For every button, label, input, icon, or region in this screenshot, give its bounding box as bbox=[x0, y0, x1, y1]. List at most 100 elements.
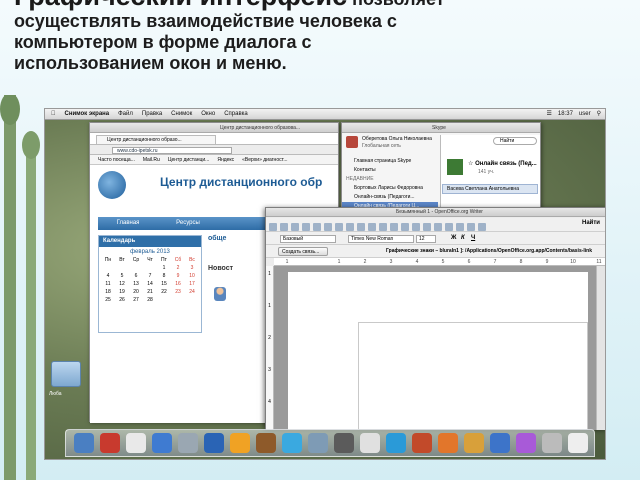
calendar-day[interactable]: 2 bbox=[171, 265, 185, 271]
new-document-icon[interactable] bbox=[269, 223, 277, 231]
menubar-item-file[interactable]: Файл bbox=[118, 111, 133, 117]
redo-icon[interactable] bbox=[412, 223, 420, 231]
spotlight-icon[interactable]: ⚲ bbox=[597, 111, 601, 117]
undo-icon[interactable] bbox=[401, 223, 409, 231]
document-page[interactable] bbox=[288, 272, 588, 430]
calendar-day[interactable]: 15 bbox=[157, 281, 171, 287]
folder-icon[interactable] bbox=[51, 361, 81, 387]
calendar-day[interactable]: 6 bbox=[129, 273, 143, 279]
site-logo[interactable] bbox=[98, 171, 126, 199]
pdf-icon[interactable] bbox=[324, 223, 332, 231]
zoom-icon[interactable] bbox=[478, 223, 486, 231]
vertical-scrollbar[interactable] bbox=[596, 266, 605, 430]
paragraph-style-select[interactable]: Базовый bbox=[280, 235, 336, 243]
draw-icon[interactable] bbox=[445, 223, 453, 231]
writer-icon[interactable] bbox=[490, 433, 510, 453]
bookmark-item[interactable]: Часто посеща... bbox=[98, 157, 135, 163]
paste-icon[interactable] bbox=[390, 223, 398, 231]
launchpad-icon[interactable] bbox=[308, 433, 328, 453]
folder-icon[interactable] bbox=[464, 433, 484, 453]
calendar-day[interactable]: 22 bbox=[157, 289, 171, 295]
calendar-day[interactable]: 16 bbox=[171, 281, 185, 287]
calendar-day[interactable]: 9 bbox=[171, 273, 185, 279]
bookmark-item[interactable]: «Верхи» диагност... bbox=[242, 157, 287, 163]
search-input[interactable]: Найти bbox=[493, 137, 537, 145]
music-icon[interactable] bbox=[386, 433, 406, 453]
open-icon[interactable] bbox=[280, 223, 288, 231]
calendar-day[interactable]: 11 bbox=[101, 281, 115, 287]
calendar-day[interactable]: 17 bbox=[185, 281, 199, 287]
calendar-day[interactable]: 21 bbox=[143, 289, 157, 295]
menubar-item-snapshot[interactable]: Снимок bbox=[171, 111, 192, 117]
address-bar[interactable]: www.cdo-ipetsk.ru bbox=[112, 147, 232, 154]
bookmark-item[interactable]: Центр дистанци... bbox=[168, 157, 210, 163]
cut-icon[interactable] bbox=[368, 223, 376, 231]
calendar-day[interactable]: 5 bbox=[115, 273, 129, 279]
navigator-icon[interactable] bbox=[456, 223, 464, 231]
calendar-day[interactable]: 28 bbox=[143, 297, 157, 303]
skype-icon[interactable] bbox=[412, 433, 432, 453]
find-button[interactable]: Найти bbox=[582, 220, 600, 226]
firefox-icon[interactable] bbox=[438, 433, 458, 453]
calendar-day[interactable]: 8 bbox=[157, 273, 171, 279]
hyperlink-icon[interactable] bbox=[423, 223, 431, 231]
safari-icon[interactable] bbox=[152, 433, 172, 453]
trash-icon[interactable] bbox=[568, 433, 588, 453]
books-icon[interactable] bbox=[256, 433, 276, 453]
wifi-icon[interactable]: ☰ bbox=[547, 111, 552, 117]
copy-icon[interactable] bbox=[379, 223, 387, 231]
calendar-day[interactable]: 13 bbox=[129, 281, 143, 287]
mail-icon[interactable] bbox=[204, 433, 224, 453]
mail-icon[interactable] bbox=[302, 223, 310, 231]
bookmark-item[interactable]: Яндекс bbox=[217, 157, 234, 163]
horizontal-ruler[interactable]: 1123456789101112 bbox=[274, 258, 605, 266]
calendar-day[interactable]: 4 bbox=[101, 273, 115, 279]
apple-icon[interactable]:  bbox=[51, 111, 56, 117]
skype-profile[interactable]: Оберетова Ольга Николаевна Глобальная се… bbox=[346, 135, 438, 153]
italic-button[interactable]: К bbox=[461, 232, 465, 245]
menubar-user[interactable]: user bbox=[579, 111, 591, 117]
document-icon[interactable] bbox=[542, 433, 562, 453]
star-icon[interactable]: ☆ bbox=[468, 161, 473, 167]
calendar-day[interactable]: 3 bbox=[185, 265, 199, 271]
vertical-ruler[interactable]: 1 1 2 3 4 bbox=[266, 266, 274, 430]
create-link-button[interactable]: Создать связь... bbox=[278, 247, 328, 256]
calendar-day[interactable]: 10 bbox=[185, 273, 199, 279]
calendar-day[interactable]: 25 bbox=[101, 297, 115, 303]
calendar-month[interactable]: февраль 2013 bbox=[99, 247, 201, 257]
site-nav-home[interactable]: Главная bbox=[98, 217, 158, 230]
contact-chip[interactable]: Васева Светлана Анатольевна bbox=[442, 184, 538, 194]
contacts-icon[interactable] bbox=[126, 433, 146, 453]
calendar-icon[interactable] bbox=[100, 433, 120, 453]
print-icon[interactable] bbox=[335, 223, 343, 231]
underline-button[interactable]: Ч bbox=[471, 232, 475, 245]
calendar-day[interactable]: 23 bbox=[171, 289, 185, 295]
font-name-select[interactable]: Times New Roman bbox=[348, 235, 414, 243]
gallery-icon[interactable] bbox=[467, 223, 475, 231]
bookmark-item[interactable]: Mail.Ru bbox=[143, 157, 160, 163]
calendar-day[interactable]: 1 bbox=[157, 265, 171, 271]
contact-list-item[interactable]: Онлайн-связь (Педагоги... bbox=[342, 193, 438, 202]
font-size-select[interactable]: 12 bbox=[416, 235, 436, 243]
calendar-day[interactable]: 14 bbox=[143, 281, 157, 287]
calendar-day[interactable]: 27 bbox=[129, 297, 143, 303]
contact-list-item[interactable]: Главная страница Skype bbox=[342, 157, 438, 166]
calendar-day[interactable]: 7 bbox=[143, 273, 157, 279]
save-icon[interactable] bbox=[291, 223, 299, 231]
finder-icon[interactable] bbox=[74, 433, 94, 453]
calendar-day[interactable]: 26 bbox=[115, 297, 129, 303]
app-store-icon[interactable] bbox=[282, 433, 302, 453]
calendar-day[interactable]: 18 bbox=[101, 289, 115, 295]
contact-list-item[interactable]: Контакты bbox=[342, 166, 438, 175]
menubar-item-window[interactable]: Окно bbox=[201, 111, 215, 117]
calendar-day[interactable]: 19 bbox=[115, 289, 129, 295]
calendar-day[interactable]: 24 bbox=[185, 289, 199, 295]
contact-list-item[interactable]: Бортовых Ларисы Федоровна bbox=[342, 184, 438, 193]
text-frame[interactable] bbox=[358, 322, 588, 430]
photos-icon[interactable] bbox=[230, 433, 250, 453]
menubar-clock[interactable]: 18:37 bbox=[558, 111, 573, 117]
calendar-day[interactable]: 12 bbox=[115, 281, 129, 287]
menubar-item-edit[interactable]: Правка bbox=[142, 111, 162, 117]
spellcheck-icon[interactable] bbox=[357, 223, 365, 231]
edit-icon[interactable] bbox=[313, 223, 321, 231]
